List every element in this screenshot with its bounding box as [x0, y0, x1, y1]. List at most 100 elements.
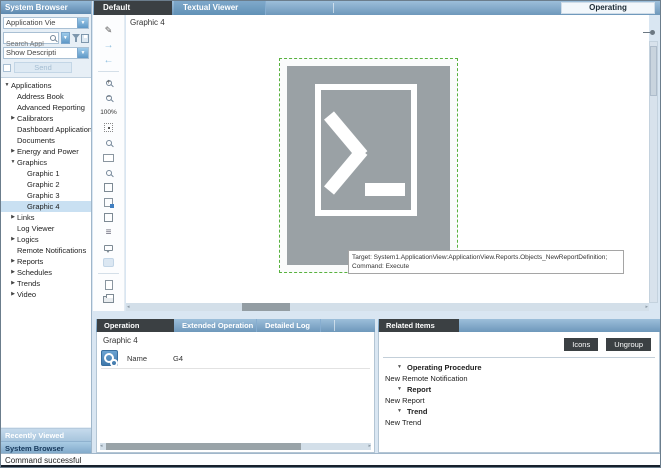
frame-icon[interactable]	[93, 210, 124, 225]
description-selector-value: Show Descripti	[4, 48, 77, 58]
zoom-region-icon[interactable]	[93, 135, 124, 150]
console-graphic[interactable]	[287, 66, 450, 265]
callout-icon[interactable]	[93, 240, 124, 255]
command-tooltip: Target: System1.ApplicationView:Applicat…	[348, 250, 624, 274]
tab-extended-operation[interactable]: Extended Operation	[175, 319, 257, 332]
collapse-icon[interactable]: ▼	[397, 384, 407, 395]
add-viewport-icon[interactable]	[93, 195, 124, 210]
search-row: ▼	[3, 32, 89, 44]
tree-item-links[interactable]: ▶Links	[1, 212, 91, 223]
save-filter-icon[interactable]	[81, 34, 89, 43]
tab-separator	[334, 320, 335, 331]
scrollbar-thumb[interactable]	[242, 303, 290, 311]
tree-item-graphic-2[interactable]: Graphic 2	[1, 179, 91, 190]
tree-item-log-viewer[interactable]: Log Viewer	[1, 223, 91, 234]
page-icon[interactable]	[93, 277, 124, 292]
expand-icon[interactable]: ▶	[9, 256, 17, 267]
scrollbar-thumb[interactable]	[106, 443, 301, 450]
search-history-dropdown[interactable]: ▼	[61, 32, 70, 44]
tab-related-items[interactable]: Related Items	[379, 319, 459, 332]
expand-icon[interactable]: ▶	[9, 146, 17, 157]
tree-item-trends[interactable]: ▶Trends	[1, 278, 91, 289]
zoom-level-label: 100%	[93, 105, 124, 120]
tree-item-dashboard-application[interactable]: Dashboard Application	[1, 124, 91, 135]
description-selector-dropdown[interactable]: Show Descripti ▼	[3, 47, 89, 59]
tree-item-address-book[interactable]: Address Book	[1, 91, 91, 102]
toolbar-divider	[98, 71, 119, 72]
collapse-icon[interactable]: ▼	[397, 406, 407, 417]
expand-icon[interactable]: ▶	[9, 234, 17, 245]
tree-item-advanced-reporting[interactable]: Advanced Reporting	[1, 102, 91, 113]
tree-item-graphic-3[interactable]: Graphic 3	[1, 190, 91, 201]
property-row[interactable]: Name G4	[101, 349, 370, 369]
tree-item-logics[interactable]: ▶Logics	[1, 234, 91, 245]
zoom-in-icon[interactable]	[93, 75, 124, 90]
send-button[interactable]: Send	[14, 62, 72, 73]
canvas-horizontal-scrollbar[interactable]: ◂ ▸	[126, 303, 649, 311]
scroll-right-icon[interactable]: ▸	[368, 443, 371, 450]
view-selector-dropdown[interactable]: Application Vie ▼	[3, 17, 89, 29]
gears-icon[interactable]	[101, 350, 118, 366]
chevron-down-icon[interactable]: ▼	[77, 48, 88, 58]
filter-icon[interactable]	[72, 33, 80, 43]
print-icon[interactable]	[93, 292, 124, 307]
scroll-right-icon[interactable]: ▸	[645, 303, 648, 311]
recently-viewed-bar[interactable]: Recently Viewed	[1, 428, 91, 441]
expand-icon[interactable]: ▶	[9, 278, 17, 289]
scroll-left-icon[interactable]: ◂	[127, 303, 130, 311]
divider	[383, 357, 655, 358]
icons-button[interactable]: Icons	[564, 338, 598, 351]
group-icon[interactable]	[93, 255, 124, 270]
canvas-vertical-scrollbar[interactable]	[649, 41, 658, 303]
pen-icon[interactable]: ✎	[93, 23, 124, 38]
tab-operation[interactable]: Operation	[97, 319, 174, 332]
viewer-tab-bar: Default Textual Viewer Operating	[93, 1, 660, 15]
expand-icon[interactable]: ▶	[9, 212, 17, 223]
tree-item-energy-and-power[interactable]: ▶Energy and Power	[1, 146, 91, 157]
operation-object-label: Graphic 4	[103, 336, 138, 345]
related-group-trend: ▼Trend New Trend	[379, 406, 659, 428]
back-arrow-icon[interactable]: ←	[93, 53, 124, 68]
tree-item-reports[interactable]: ▶Reports	[1, 256, 91, 267]
magnifier-icon[interactable]	[93, 165, 124, 180]
related-item-new-report[interactable]: New Report	[379, 395, 659, 406]
expand-icon[interactable]: ▶	[9, 267, 17, 278]
send-checkbox[interactable]	[3, 64, 11, 72]
selected-graphic-object[interactable]	[279, 58, 458, 273]
layers-icon[interactable]: ≡	[93, 225, 124, 240]
related-item-new-remote-notification[interactable]: New Remote Notification	[379, 373, 659, 384]
scrollbar-thumb[interactable]	[650, 46, 657, 96]
collapse-icon[interactable]: ▼	[3, 80, 11, 91]
splitter-pin-icon[interactable]	[643, 30, 655, 35]
tree-item-graphics[interactable]: ▼Graphics	[1, 157, 91, 168]
zoom-out-icon[interactable]	[93, 90, 124, 105]
search-box[interactable]	[3, 32, 59, 44]
select-rect-icon[interactable]	[93, 150, 124, 165]
related-item-new-trend[interactable]: New Trend	[379, 417, 659, 428]
tree-item-graphic-1[interactable]: Graphic 1	[1, 168, 91, 179]
tab-default[interactable]: Default	[94, 1, 172, 15]
tree-item-remote-notifications[interactable]: Remote Notifications	[1, 245, 91, 256]
operating-mode-badge: Operating	[561, 2, 655, 14]
ungroup-button[interactable]: Ungroup	[606, 338, 651, 351]
collapse-icon[interactable]: ▼	[397, 362, 407, 373]
related-group-operating-procedure: ▼Operating Procedure New Remote Notifica…	[379, 362, 659, 384]
expand-icon[interactable]: ▶	[9, 113, 17, 124]
tab-detailed-log[interactable]: Detailed Log	[258, 319, 321, 332]
collapse-icon[interactable]: ▼	[9, 157, 17, 168]
zoom-fit-icon[interactable]	[93, 120, 124, 135]
operation-horizontal-scrollbar[interactable]: ◂ ▸	[100, 443, 371, 450]
expand-icon[interactable]: ▶	[9, 289, 17, 300]
tree-item-video[interactable]: ▶Video	[1, 289, 91, 300]
tree-item-graphic-4-selected[interactable]: Graphic 4	[1, 201, 91, 212]
tree-item-documents[interactable]: Documents	[1, 135, 91, 146]
chevron-down-icon[interactable]: ▼	[77, 18, 88, 28]
forward-arrow-icon[interactable]: →	[93, 38, 124, 53]
graphics-canvas[interactable]: Graphic 4 Target: System1.ApplicationVie…	[126, 15, 649, 303]
tab-textual-viewer[interactable]: Textual Viewer	[174, 1, 266, 15]
scroll-left-icon[interactable]: ◂	[100, 443, 103, 450]
tree-item-applications[interactable]: ▼Applications	[1, 80, 91, 91]
crop-icon[interactable]	[93, 180, 124, 195]
tree-item-calibrators[interactable]: ▶Calibrators	[1, 113, 91, 124]
tree-item-schedules[interactable]: ▶Schedules	[1, 267, 91, 278]
